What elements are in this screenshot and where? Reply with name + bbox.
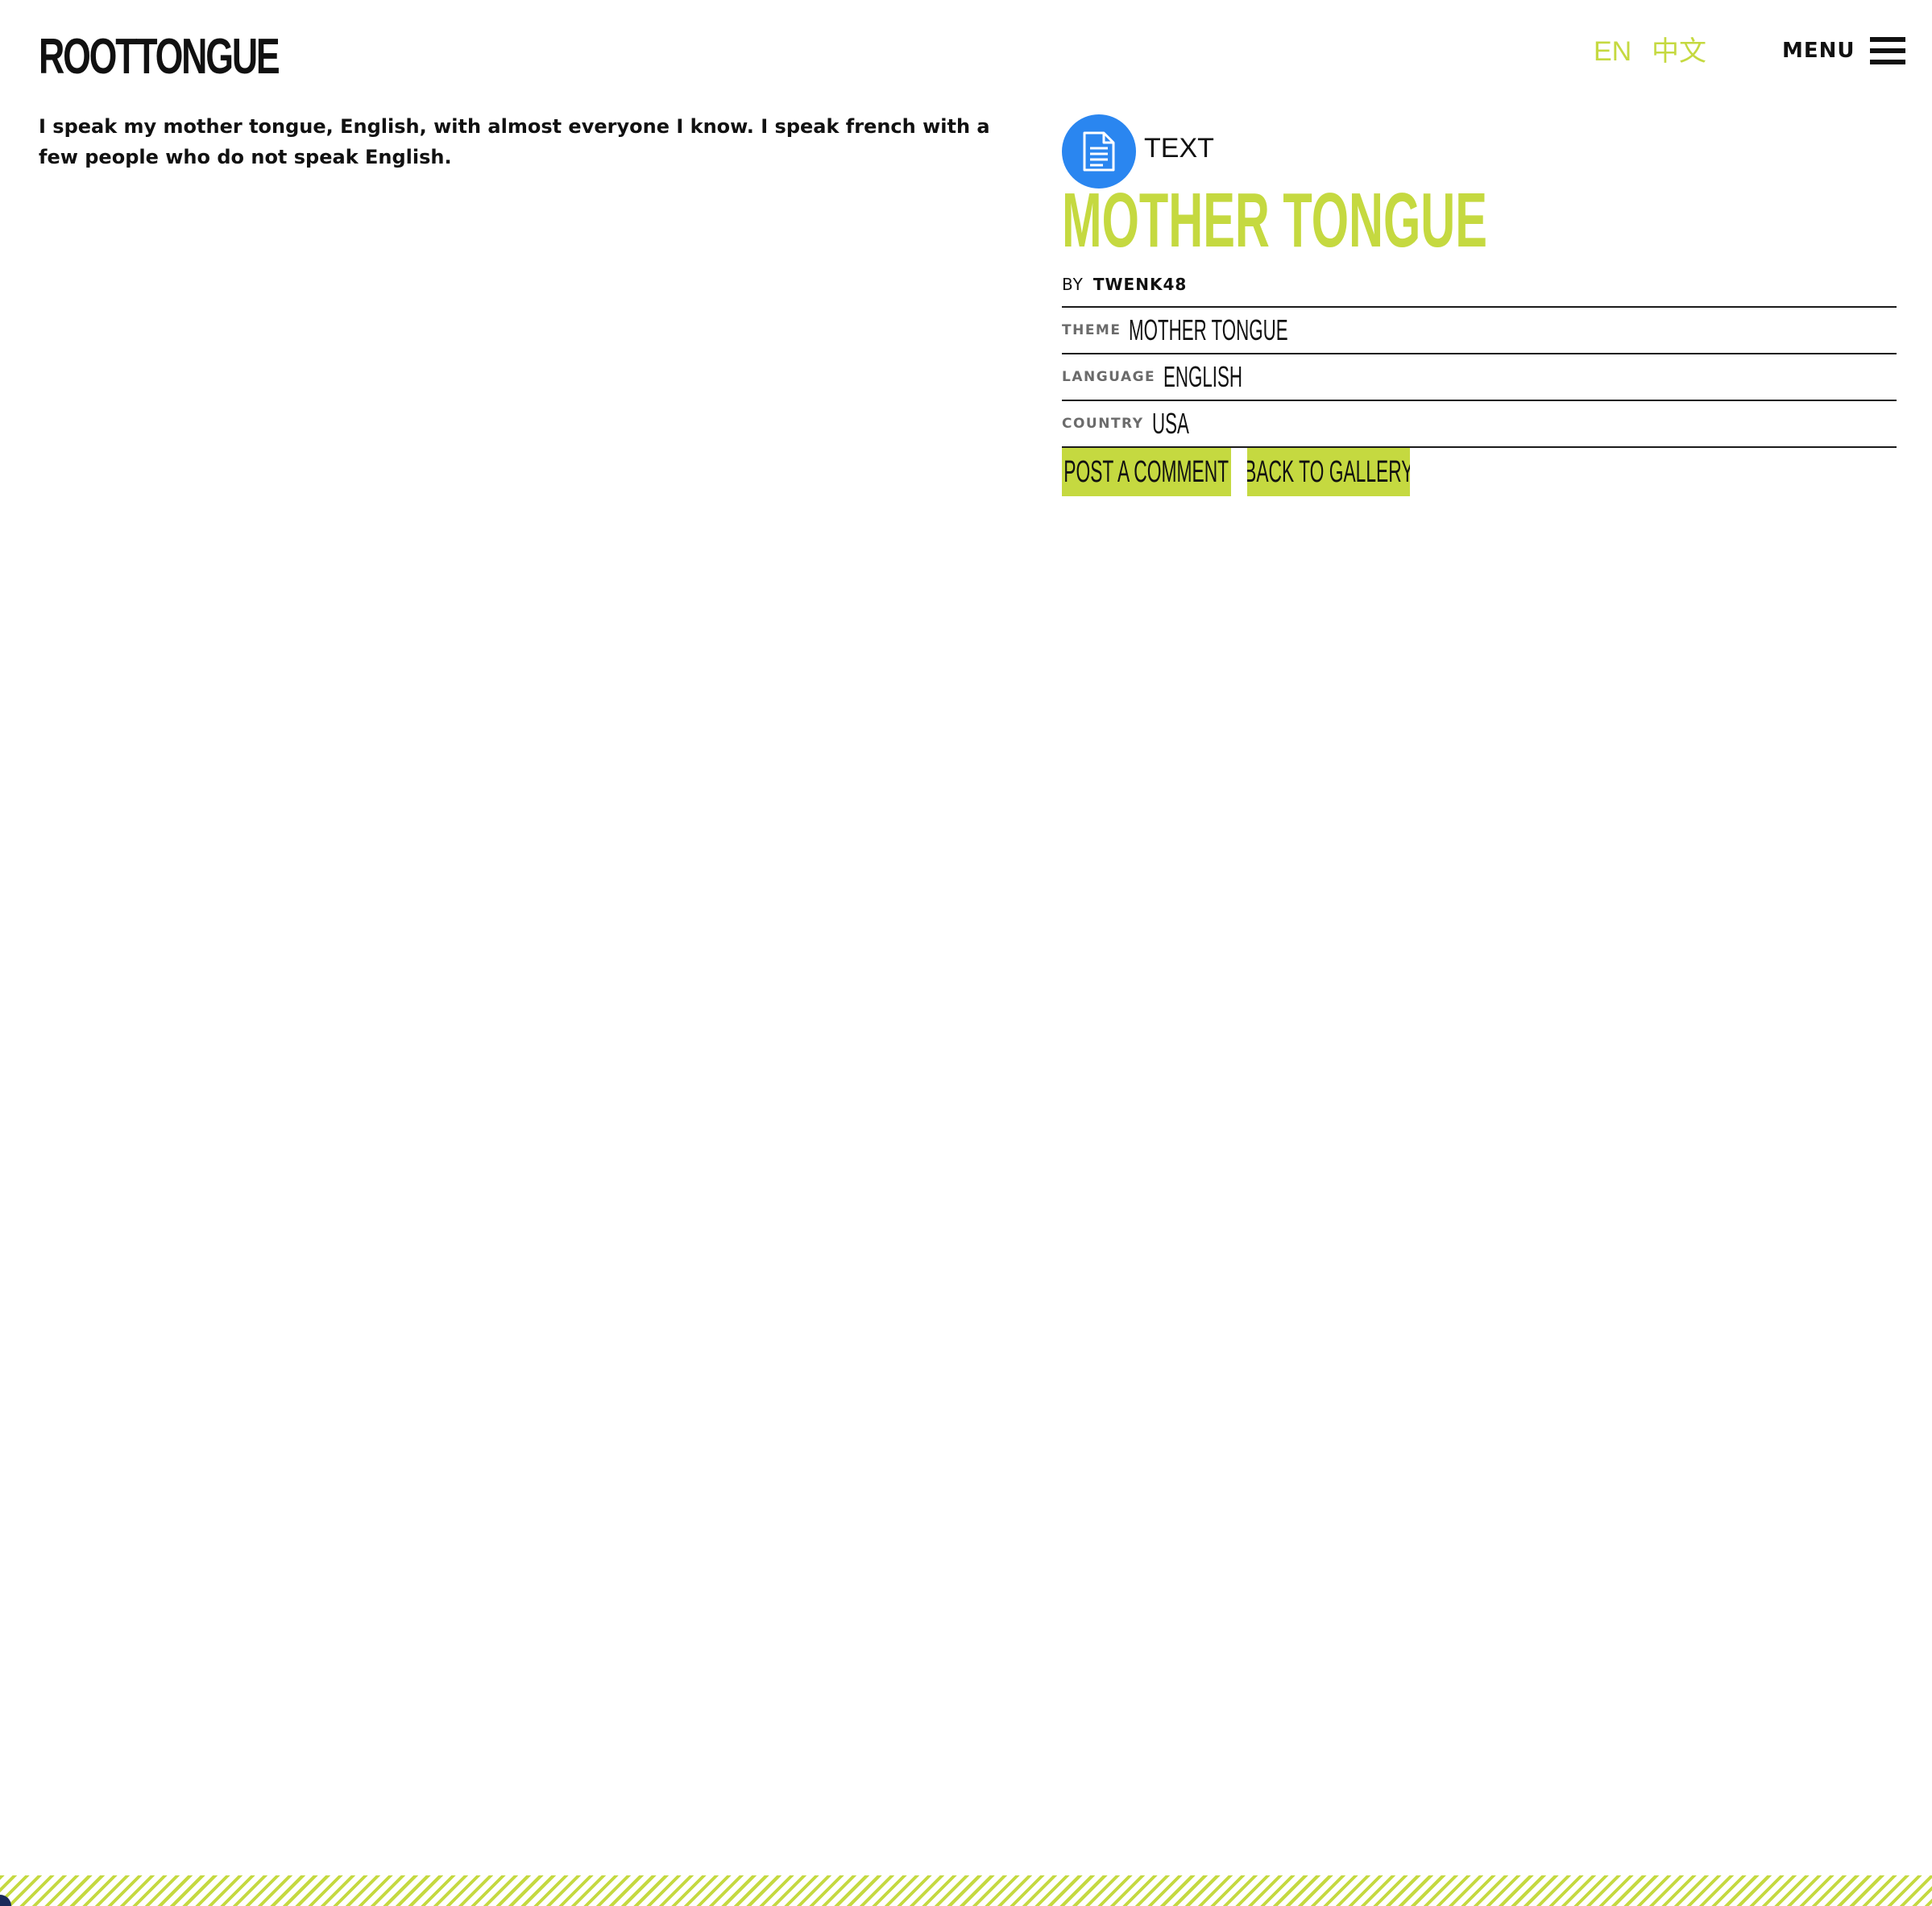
- author-link[interactable]: TWENK48: [1093, 275, 1187, 294]
- site-logo[interactable]: ROOTTONGUE: [39, 32, 280, 82]
- language-zh-link[interactable]: 中文: [1652, 35, 1706, 68]
- post-comment-label: POST A COMMENT: [1063, 454, 1229, 489]
- back-to-gallery-label: BACK TO GALLERY: [1247, 454, 1410, 489]
- post-byline: BY TWENK48: [1062, 272, 1187, 296]
- post-comment-button[interactable]: POST A COMMENT: [1062, 448, 1231, 496]
- post-type-label: TEXT: [1144, 132, 1214, 164]
- footer-stripe-decoration: [0, 1875, 1932, 1906]
- action-buttons: POST A COMMENT BACK TO GALLERY: [1062, 448, 1410, 496]
- meta-value-language[interactable]: ENGLISH: [1163, 360, 1242, 394]
- menu-label: MENU: [1782, 39, 1855, 63]
- menu-button[interactable]: MENU: [1782, 32, 1905, 69]
- hamburger-icon: [1869, 37, 1905, 64]
- meta-row-country: COUNTRY USA: [1062, 400, 1897, 448]
- back-to-gallery-button[interactable]: BACK TO GALLERY: [1247, 448, 1410, 496]
- site-header: ROOTTONGUE EN 中文 MENU: [0, 0, 1932, 105]
- meta-value-theme[interactable]: MOTHER TONGUE: [1129, 313, 1288, 347]
- post-body-text: I speak my mother tongue, English, with …: [39, 115, 990, 168]
- byline-prefix: BY: [1062, 275, 1084, 294]
- meta-value-country[interactable]: USA: [1152, 407, 1189, 441]
- language-en-link[interactable]: EN: [1594, 35, 1631, 68]
- meta-key-country: COUNTRY: [1062, 416, 1144, 432]
- meta-key-theme: THEME: [1062, 322, 1121, 338]
- meta-row-language: LANGUAGE ENGLISH: [1062, 353, 1897, 400]
- meta-key-language: LANGUAGE: [1062, 369, 1156, 385]
- meta-row-theme: THEME MOTHER TONGUE: [1062, 306, 1897, 353]
- post-title: MOTHER TONGUE: [1062, 177, 1487, 263]
